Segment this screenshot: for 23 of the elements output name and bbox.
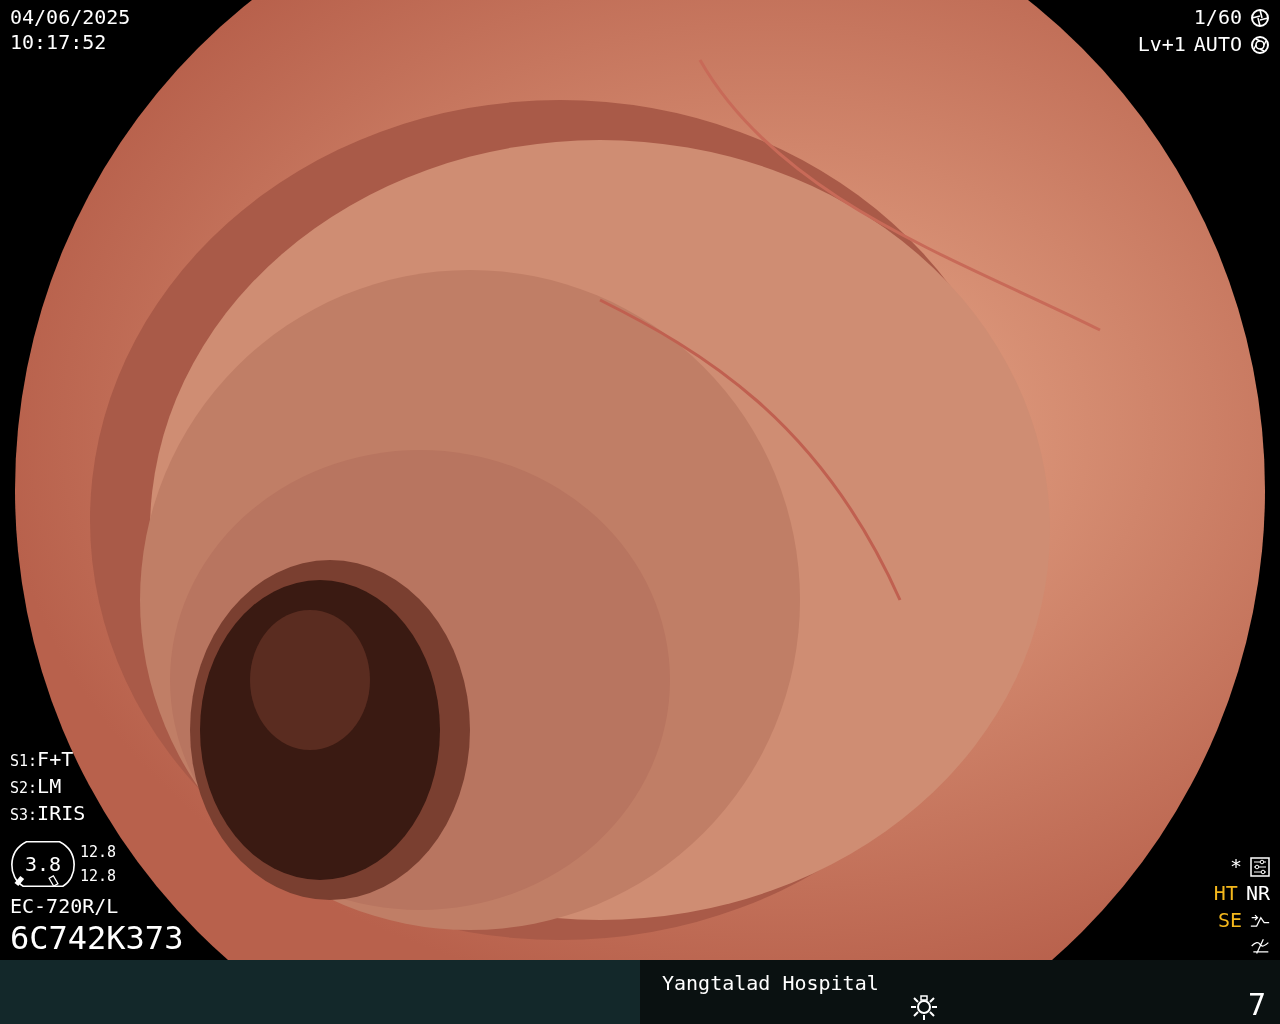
scope-reading: 12.8 xyxy=(80,842,117,863)
shutter-text: 1/60 xyxy=(1193,6,1242,29)
switch-setting: S3:IRIS xyxy=(10,802,87,827)
time-text: 10:17:52 xyxy=(10,31,108,54)
date-text: 04/06/2025 xyxy=(10,6,132,29)
brightness-level: Lv+1 xyxy=(1137,33,1186,56)
switch-setting: S2:LM xyxy=(10,775,63,800)
enhance-mode: SE xyxy=(1217,909,1242,932)
iris-mode: AUTO xyxy=(1193,33,1242,56)
marker-text: * xyxy=(1229,855,1242,878)
scope-serial: 6C742K373 xyxy=(10,920,184,956)
shutter-icon xyxy=(1250,7,1270,28)
switch-setting: S1:F+T xyxy=(10,748,75,773)
image-count: 7 xyxy=(1247,992,1266,1016)
hospital-name: Yangtalad Hospital xyxy=(662,972,879,995)
wave-slash-icon xyxy=(1250,936,1270,956)
processing-mode: HT xyxy=(1213,882,1238,905)
scope-model: EC-720R/L xyxy=(10,895,120,918)
scope-reading: 12.8 xyxy=(80,866,117,887)
light-icon xyxy=(908,992,939,1022)
processing-mode: NR xyxy=(1245,882,1270,905)
sliders-icon xyxy=(1250,856,1270,877)
aperture-icon xyxy=(1250,34,1270,55)
